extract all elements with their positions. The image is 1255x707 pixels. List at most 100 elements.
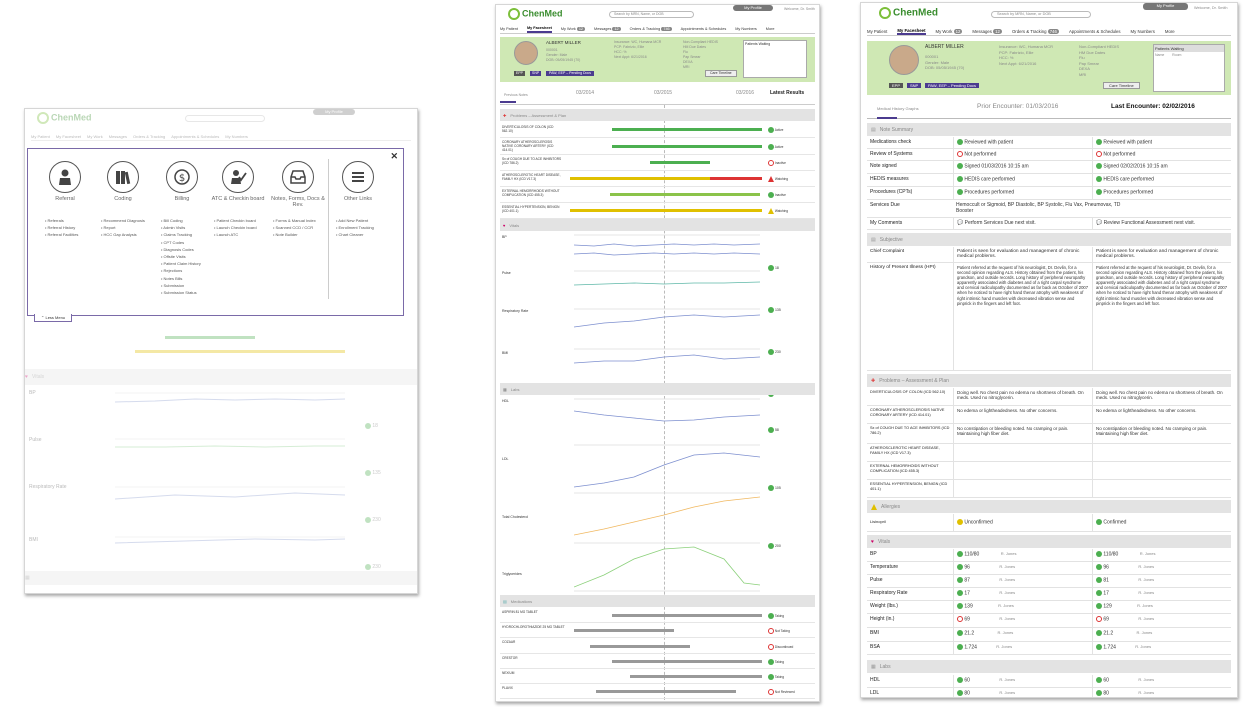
tab-messages[interactable]: Messages 12 [594, 26, 621, 32]
link-billing-item[interactable]: • Submission [161, 282, 201, 289]
tab-messages[interactable]: Messages 12 [972, 28, 1002, 34]
link-referral-facilities[interactable]: • Referral Facilities [45, 231, 78, 238]
menu-notes[interactable]: Notes, Forms, Docs & Rev. [270, 161, 326, 208]
vitals-header: ♥ Vitals [867, 535, 1231, 548]
main-nav: My Patient My Facesheet My Work 12 Messa… [867, 27, 1231, 36]
my-profile-button[interactable]: My Profile [313, 109, 355, 115]
tab-messages[interactable]: Messages [109, 134, 127, 139]
tab-appointments[interactable]: Appointments & Schedules [1069, 29, 1121, 34]
tab-my-patient[interactable]: My Patient [500, 27, 518, 32]
pending-docs-badge[interactable]: PAW, EEP – Pending Docs [546, 71, 594, 76]
link-enrollment[interactable]: • Enrollment Tracking [336, 224, 374, 231]
tab-previous-notes[interactable]: Previous Notes [504, 93, 528, 98]
table-row: BMI 21.2 R. Jones 21.2 R. Jones [867, 628, 1231, 642]
table-row: CORONARY ATHEROSCLEROSIS NATIVE CORONARY… [867, 406, 1231, 424]
prior-encounter-label[interactable]: Prior Encounter: 01/03/2016 [977, 103, 1058, 110]
link-referrals[interactable]: • Referrals [45, 217, 78, 224]
pending-docs-badge[interactable]: PAW, EEP – Pending Docs [925, 83, 979, 88]
link-add-patient[interactable]: • Add New Patient [336, 217, 374, 224]
my-profile-button[interactable]: My Profile [733, 5, 773, 11]
link-billing-item[interactable]: • Notes Bills [161, 275, 201, 282]
close-icon[interactable]: ✕ [390, 151, 398, 162]
link-recommend-diagnosis[interactable]: • Recommend Diagnosis [101, 217, 145, 224]
link-billing-item[interactable]: • Admin Visits [161, 224, 201, 231]
link-forms-index[interactable]: • Forms & Manual Index [273, 217, 316, 224]
tab-my-work[interactable]: My Work 12 [561, 26, 586, 32]
tag-snp[interactable]: SNP [530, 71, 542, 76]
allergies-header: Allergies [867, 500, 1231, 513]
subjective-header: ▤ Subjective [867, 233, 1231, 246]
tab-my-work[interactable]: My Work 12 [936, 28, 963, 34]
patients-waiting-box: Patients Waiting [743, 40, 807, 78]
tab-my-facesheet[interactable]: My Facesheet [56, 134, 81, 139]
link-billing-item[interactable]: • Offsite Visits [161, 253, 201, 260]
tab-appointments[interactable]: Appointments & Schedules [681, 27, 727, 32]
table-row: LDL 80 R. Jones 80 R. Jones [867, 688, 1231, 697]
tab-my-numbers[interactable]: My Numbers [735, 27, 757, 32]
tab-my-patient[interactable]: My Patient [31, 134, 50, 139]
table-row: HEDIS measures HEDIS care performed HEDI… [867, 174, 1231, 187]
link-patient-checkin[interactable]: • Patient Checkin board [214, 217, 257, 224]
link-scanned-ccd[interactable]: • Scanned CCD / CCR [273, 224, 316, 231]
main-nav: My Patient My Facesheet My Work Messages… [31, 133, 411, 141]
menu-coding[interactable]: Coding [95, 161, 151, 202]
tag-snp[interactable]: SNP [907, 83, 922, 88]
table-row: Height (in.) 69 R. Jones 69 R. Jones [867, 614, 1231, 628]
person-icon [49, 161, 81, 193]
link-billing-item[interactable]: • Bill Coding [161, 217, 201, 224]
care-timeline-button[interactable]: Care Timeline [1103, 82, 1140, 89]
link-billing-item[interactable]: • Diagnosis Codes [161, 246, 201, 253]
link-launch-checkin[interactable]: • Launch Checkin board [214, 224, 257, 231]
tab-my-facesheet[interactable]: My Facesheet [897, 28, 926, 35]
tab-more[interactable]: More [766, 27, 775, 32]
tab-my-work[interactable]: My Work [87, 134, 103, 139]
referral-links: • Referrals • Referral History • Referra… [45, 217, 78, 239]
note-summary-table: Medications check Reviewed with patient … [867, 137, 1231, 230]
link-billing-item[interactable]: • Submission Status [161, 289, 201, 296]
last-encounter-label[interactable]: Last Encounter: 02/02/2016 [1111, 103, 1195, 110]
search-input[interactable] [185, 115, 265, 122]
link-chart-cleaner[interactable]: • Chart Cleaner [336, 231, 374, 238]
link-billing-item[interactable]: • Patient Claim History [161, 260, 201, 267]
less-menu-tab[interactable]: ⌃ Less Menu [34, 314, 73, 322]
link-note-builder[interactable]: • Note Builder [273, 231, 316, 238]
menu-referral[interactable]: Referral [37, 161, 93, 202]
menu-billing[interactable]: $ Billing [154, 161, 210, 202]
date-2016: 03/2016 [736, 90, 755, 96]
tab-orders[interactable]: Orders & Tracking 746 [630, 26, 672, 32]
active-encounter-indicator [877, 117, 897, 119]
date-2014: 03/2014 [576, 90, 595, 96]
tag-epp[interactable]: EPP [889, 83, 904, 88]
lab-label-tri: Triglycerides [502, 572, 522, 576]
menu-other-links[interactable]: Other Links [330, 161, 386, 202]
link-referral-history[interactable]: • Referral History [45, 224, 78, 231]
table-row: HDL 60 R. Jones 60 R. Jones [867, 675, 1231, 688]
link-billing-item[interactable]: • Claims Tracking [161, 231, 201, 238]
tab-orders[interactable]: Orders & Tracking 746 [1012, 28, 1059, 34]
welcome-text: Welcome, Dr. Smith [1194, 6, 1228, 10]
link-billing-item[interactable]: • Rejections [161, 267, 201, 274]
menu-atc[interactable]: ATC & Checkin board [210, 161, 266, 202]
tag-epp[interactable]: EPP [514, 71, 526, 76]
tab-more[interactable]: More [1165, 29, 1175, 34]
link-launch-atc[interactable]: • Launch ATC [214, 231, 257, 238]
checkin-icon [222, 161, 254, 193]
vital-label-bmi: BMI [502, 351, 509, 355]
tab-orders[interactable]: Orders & Tracking [133, 134, 165, 139]
atc-links: • Patient Checkin board • Launch Checkin… [214, 217, 257, 239]
faded-results: 18 135 230 230 [365, 403, 381, 591]
tab-my-patient[interactable]: My Patient [867, 29, 887, 34]
tab-appointments[interactable]: Appointments & Schedules [171, 134, 219, 139]
lab-label-total: Total Cholesterol [502, 515, 529, 519]
link-hcc-gap[interactable]: • HCC Gap Analysis [101, 231, 145, 238]
tab-medical-history-graphs[interactable]: Medical History Graphs [877, 106, 919, 111]
link-report[interactable]: • Report [101, 224, 145, 231]
care-timeline-button[interactable]: Care Timeline [705, 70, 737, 77]
link-billing-item[interactable]: • CPT Codes [161, 239, 201, 246]
tab-my-facesheet[interactable]: My Facesheet [526, 26, 552, 33]
my-profile-button[interactable]: My Profile [1143, 3, 1188, 10]
tab-my-numbers[interactable]: My Numbers [1131, 29, 1155, 34]
tab-my-numbers[interactable]: My Numbers [225, 134, 248, 139]
timeline-scrubber[interactable] [500, 101, 516, 103]
problems-section-header: ✚ Problems – Assessment & Plan [500, 109, 815, 121]
